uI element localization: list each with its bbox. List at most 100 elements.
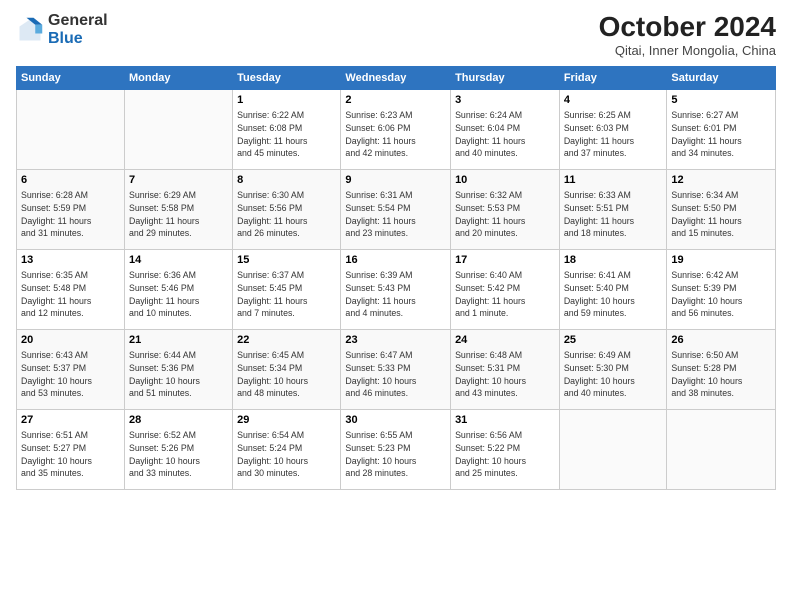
day-info: Sunrise: 6:51 AM Sunset: 5:27 PM Dayligh…	[21, 429, 120, 480]
day-number: 8	[237, 173, 336, 188]
day-info: Sunrise: 6:41 AM Sunset: 5:40 PM Dayligh…	[564, 269, 663, 320]
day-info: Sunrise: 6:24 AM Sunset: 6:04 PM Dayligh…	[455, 109, 555, 160]
day-number: 24	[455, 333, 555, 348]
table-row: 13Sunrise: 6:35 AM Sunset: 5:48 PM Dayli…	[17, 249, 125, 329]
table-row: 8Sunrise: 6:30 AM Sunset: 5:56 PM Daylig…	[233, 169, 341, 249]
logo-icon	[16, 16, 44, 44]
day-info: Sunrise: 6:44 AM Sunset: 5:36 PM Dayligh…	[129, 349, 228, 400]
day-info: Sunrise: 6:39 AM Sunset: 5:43 PM Dayligh…	[345, 269, 446, 320]
table-row	[667, 409, 776, 489]
day-info: Sunrise: 6:36 AM Sunset: 5:46 PM Dayligh…	[129, 269, 228, 320]
table-row: 15Sunrise: 6:37 AM Sunset: 5:45 PM Dayli…	[233, 249, 341, 329]
day-info: Sunrise: 6:28 AM Sunset: 5:59 PM Dayligh…	[21, 189, 120, 240]
day-info: Sunrise: 6:42 AM Sunset: 5:39 PM Dayligh…	[671, 269, 771, 320]
day-number: 15	[237, 253, 336, 268]
table-row: 30Sunrise: 6:55 AM Sunset: 5:23 PM Dayli…	[341, 409, 451, 489]
day-number: 27	[21, 413, 120, 428]
table-row: 19Sunrise: 6:42 AM Sunset: 5:39 PM Dayli…	[667, 249, 776, 329]
col-thursday: Thursday	[451, 66, 560, 89]
day-number: 9	[345, 173, 446, 188]
table-row	[124, 89, 232, 169]
day-number: 3	[455, 93, 555, 108]
calendar-header-row: Sunday Monday Tuesday Wednesday Thursday…	[17, 66, 776, 89]
table-row: 18Sunrise: 6:41 AM Sunset: 5:40 PM Dayli…	[559, 249, 667, 329]
calendar-week-row: 13Sunrise: 6:35 AM Sunset: 5:48 PM Dayli…	[17, 249, 776, 329]
day-info: Sunrise: 6:48 AM Sunset: 5:31 PM Dayligh…	[455, 349, 555, 400]
table-row: 12Sunrise: 6:34 AM Sunset: 5:50 PM Dayli…	[667, 169, 776, 249]
calendar-week-row: 27Sunrise: 6:51 AM Sunset: 5:27 PM Dayli…	[17, 409, 776, 489]
table-row: 16Sunrise: 6:39 AM Sunset: 5:43 PM Dayli…	[341, 249, 451, 329]
day-info: Sunrise: 6:35 AM Sunset: 5:48 PM Dayligh…	[21, 269, 120, 320]
day-number: 23	[345, 333, 446, 348]
table-row: 14Sunrise: 6:36 AM Sunset: 5:46 PM Dayli…	[124, 249, 232, 329]
day-info: Sunrise: 6:29 AM Sunset: 5:58 PM Dayligh…	[129, 189, 228, 240]
day-number: 7	[129, 173, 228, 188]
day-number: 21	[129, 333, 228, 348]
calendar-week-row: 1Sunrise: 6:22 AM Sunset: 6:08 PM Daylig…	[17, 89, 776, 169]
col-wednesday: Wednesday	[341, 66, 451, 89]
day-number: 20	[21, 333, 120, 348]
table-row: 4Sunrise: 6:25 AM Sunset: 6:03 PM Daylig…	[559, 89, 667, 169]
day-number: 26	[671, 333, 771, 348]
day-number: 16	[345, 253, 446, 268]
day-number: 29	[237, 413, 336, 428]
day-number: 4	[564, 93, 663, 108]
col-monday: Monday	[124, 66, 232, 89]
day-info: Sunrise: 6:31 AM Sunset: 5:54 PM Dayligh…	[345, 189, 446, 240]
table-row: 24Sunrise: 6:48 AM Sunset: 5:31 PM Dayli…	[451, 329, 560, 409]
day-info: Sunrise: 6:33 AM Sunset: 5:51 PM Dayligh…	[564, 189, 663, 240]
day-number: 6	[21, 173, 120, 188]
table-row: 9Sunrise: 6:31 AM Sunset: 5:54 PM Daylig…	[341, 169, 451, 249]
page: General Blue October 2024 Qitai, Inner M…	[0, 0, 792, 612]
table-row: 28Sunrise: 6:52 AM Sunset: 5:26 PM Dayli…	[124, 409, 232, 489]
day-number: 11	[564, 173, 663, 188]
day-number: 18	[564, 253, 663, 268]
day-info: Sunrise: 6:22 AM Sunset: 6:08 PM Dayligh…	[237, 109, 336, 160]
day-info: Sunrise: 6:56 AM Sunset: 5:22 PM Dayligh…	[455, 429, 555, 480]
table-row: 3Sunrise: 6:24 AM Sunset: 6:04 PM Daylig…	[451, 89, 560, 169]
day-number: 31	[455, 413, 555, 428]
table-row: 31Sunrise: 6:56 AM Sunset: 5:22 PM Dayli…	[451, 409, 560, 489]
day-info: Sunrise: 6:25 AM Sunset: 6:03 PM Dayligh…	[564, 109, 663, 160]
day-number: 25	[564, 333, 663, 348]
day-info: Sunrise: 6:37 AM Sunset: 5:45 PM Dayligh…	[237, 269, 336, 320]
table-row: 5Sunrise: 6:27 AM Sunset: 6:01 PM Daylig…	[667, 89, 776, 169]
title-block: October 2024 Qitai, Inner Mongolia, Chin…	[599, 12, 776, 58]
col-saturday: Saturday	[667, 66, 776, 89]
table-row: 10Sunrise: 6:32 AM Sunset: 5:53 PM Dayli…	[451, 169, 560, 249]
col-friday: Friday	[559, 66, 667, 89]
logo: General Blue	[16, 12, 108, 47]
table-row: 21Sunrise: 6:44 AM Sunset: 5:36 PM Dayli…	[124, 329, 232, 409]
day-number: 28	[129, 413, 228, 428]
table-row: 20Sunrise: 6:43 AM Sunset: 5:37 PM Dayli…	[17, 329, 125, 409]
day-info: Sunrise: 6:40 AM Sunset: 5:42 PM Dayligh…	[455, 269, 555, 320]
day-info: Sunrise: 6:52 AM Sunset: 5:26 PM Dayligh…	[129, 429, 228, 480]
logo-text: General Blue	[48, 12, 108, 47]
header: General Blue October 2024 Qitai, Inner M…	[16, 12, 776, 58]
day-number: 2	[345, 93, 446, 108]
table-row: 22Sunrise: 6:45 AM Sunset: 5:34 PM Dayli…	[233, 329, 341, 409]
day-number: 14	[129, 253, 228, 268]
day-info: Sunrise: 6:47 AM Sunset: 5:33 PM Dayligh…	[345, 349, 446, 400]
day-number: 12	[671, 173, 771, 188]
day-info: Sunrise: 6:55 AM Sunset: 5:23 PM Dayligh…	[345, 429, 446, 480]
day-info: Sunrise: 6:32 AM Sunset: 5:53 PM Dayligh…	[455, 189, 555, 240]
table-row: 26Sunrise: 6:50 AM Sunset: 5:28 PM Dayli…	[667, 329, 776, 409]
calendar-week-row: 6Sunrise: 6:28 AM Sunset: 5:59 PM Daylig…	[17, 169, 776, 249]
day-number: 30	[345, 413, 446, 428]
day-info: Sunrise: 6:50 AM Sunset: 5:28 PM Dayligh…	[671, 349, 771, 400]
day-info: Sunrise: 6:30 AM Sunset: 5:56 PM Dayligh…	[237, 189, 336, 240]
table-row: 2Sunrise: 6:23 AM Sunset: 6:06 PM Daylig…	[341, 89, 451, 169]
day-info: Sunrise: 6:49 AM Sunset: 5:30 PM Dayligh…	[564, 349, 663, 400]
table-row	[17, 89, 125, 169]
day-info: Sunrise: 6:27 AM Sunset: 6:01 PM Dayligh…	[671, 109, 771, 160]
day-info: Sunrise: 6:45 AM Sunset: 5:34 PM Dayligh…	[237, 349, 336, 400]
table-row: 17Sunrise: 6:40 AM Sunset: 5:42 PM Dayli…	[451, 249, 560, 329]
table-row: 27Sunrise: 6:51 AM Sunset: 5:27 PM Dayli…	[17, 409, 125, 489]
table-row: 11Sunrise: 6:33 AM Sunset: 5:51 PM Dayli…	[559, 169, 667, 249]
day-number: 17	[455, 253, 555, 268]
day-number: 10	[455, 173, 555, 188]
table-row: 25Sunrise: 6:49 AM Sunset: 5:30 PM Dayli…	[559, 329, 667, 409]
day-info: Sunrise: 6:34 AM Sunset: 5:50 PM Dayligh…	[671, 189, 771, 240]
table-row: 1Sunrise: 6:22 AM Sunset: 6:08 PM Daylig…	[233, 89, 341, 169]
